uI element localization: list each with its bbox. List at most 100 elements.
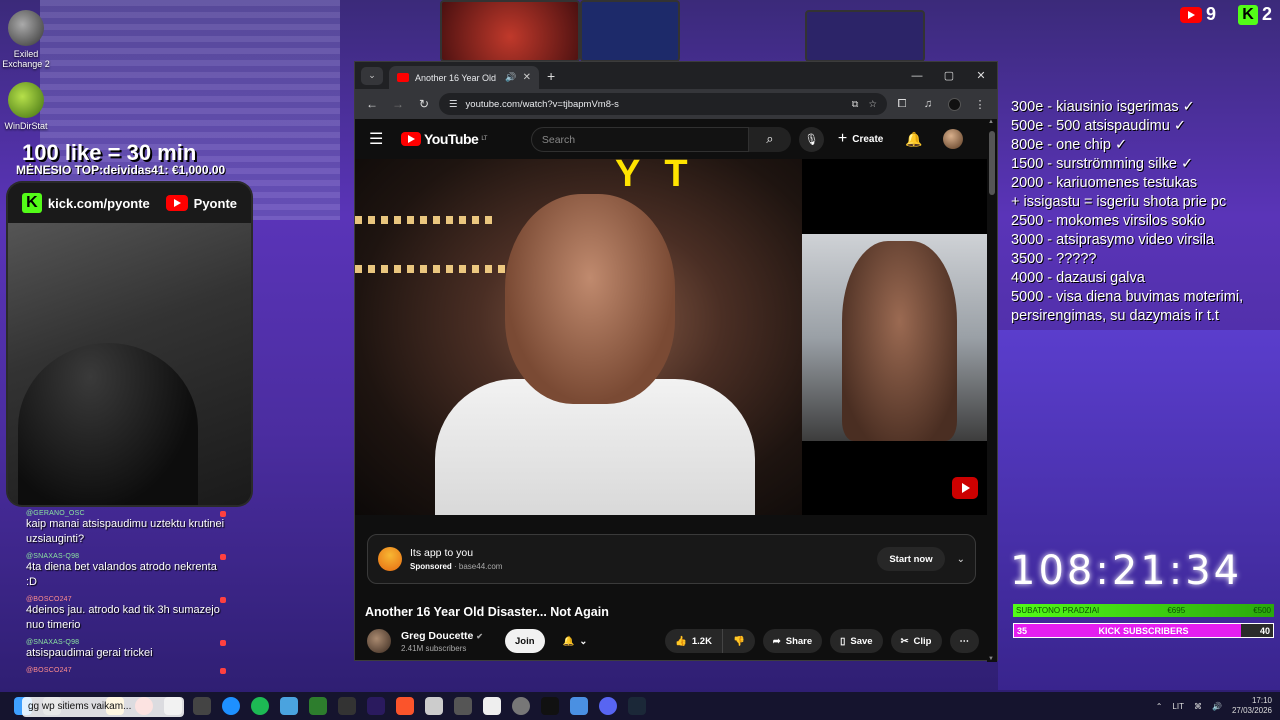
background-poster — [580, 0, 680, 62]
ad-domain: base44.com — [458, 562, 503, 571]
cast-icon[interactable]: ⧉ — [852, 99, 859, 110]
youtube-logo[interactable]: YouTube LT — [401, 131, 487, 147]
account-avatar[interactable] — [942, 129, 963, 149]
join-button[interactable]: Join — [504, 629, 545, 653]
taskbar-app-icon[interactable] — [512, 697, 530, 715]
minimize-button[interactable]: — — [901, 62, 933, 89]
video-player[interactable]: YT — [355, 159, 802, 515]
chevron-down-icon[interactable]: ⌄ — [957, 554, 965, 565]
scrollbar-thumb[interactable] — [989, 131, 995, 195]
donation-goals-list: 300e - kiausinio isgerimas ✓ 500e - 500 a… — [1011, 98, 1243, 326]
like-button[interactable]: 👍 1.2K — [665, 629, 723, 653]
search-button[interactable]: ⌕ — [748, 126, 791, 152]
subathon-goal: €500 — [1253, 606, 1271, 615]
bookmark-star-icon[interactable]: ☆ — [868, 99, 877, 110]
ad-cta-button[interactable]: Start now — [877, 547, 945, 571]
new-tab-button[interactable]: + — [547, 68, 555, 84]
maximize-button[interactable]: ▢ — [933, 62, 965, 89]
language-indicator[interactable]: LIT — [1172, 702, 1184, 711]
dislike-button[interactable]: 👎 — [722, 629, 755, 653]
discord-icon[interactable] — [599, 697, 617, 715]
save-button[interactable]: ▯ Save — [830, 629, 883, 653]
taskbar-app-icon[interactable] — [280, 697, 298, 715]
webcam-header: K kick.com/pyonte Pyonte — [8, 183, 251, 223]
bodybuilder-back — [842, 241, 957, 441]
steam-icon[interactable] — [628, 697, 646, 715]
create-button[interactable]: + Create — [838, 130, 883, 148]
chat-username: @GERANO_OSC — [26, 510, 85, 517]
background-poster — [440, 0, 580, 62]
donation-goal-item: 300e - kiausinio isgerimas ✓ — [1011, 99, 1195, 115]
back-button[interactable]: ← — [361, 93, 383, 115]
picture-in-video-clip — [802, 159, 988, 515]
donation-goal-item: 5000 - visa diena buvimas moterimi, — [1011, 289, 1244, 305]
edge-icon[interactable] — [222, 697, 240, 715]
brave-icon[interactable] — [396, 697, 414, 715]
taskbar-app-icon[interactable] — [338, 697, 356, 715]
chat-feed: @GERANO_OSC kaip manai atsispaudimu uzte… — [8, 508, 230, 678]
address-bar[interactable]: ☰ youtube.com/watch?v=tjbapmVm8-s ⧉ ☆ — [439, 93, 887, 115]
chat-message-input[interactable]: gg wp sitiems vaikam... — [22, 697, 184, 717]
menu-kebab-icon[interactable]: ⋮ — [969, 93, 991, 115]
speaker-icon[interactable]: 🔊 — [505, 72, 516, 83]
browser-toolbar: ← → ↻ ☰ youtube.com/watch?v=tjbapmVm8-s … — [355, 89, 997, 119]
clock-date: 27/03/2026 — [1231, 706, 1272, 715]
taskbar-app-icon[interactable] — [454, 697, 472, 715]
youtube-count-value: 9 — [1206, 4, 1217, 24]
subscription-bell-button[interactable]: 🔔 ⌄ — [553, 629, 598, 653]
clock[interactable]: 17:10 27/03/2026 — [1232, 696, 1272, 716]
desktop-icon-exiled-exchange[interactable]: Exiled Exchange 2 — [0, 10, 56, 69]
tab-search-icon[interactable]: ⌄ — [361, 66, 383, 85]
profile-icon[interactable] — [943, 93, 965, 115]
kick-subs-label: KICK SUBSCRIBERS — [1098, 625, 1189, 636]
clip-label: Clip — [913, 635, 932, 647]
terminal-icon[interactable] — [541, 697, 559, 715]
chat-username: @BOSCO247 — [26, 667, 72, 674]
taskbar-app-icon[interactable] — [483, 697, 501, 715]
forward-button[interactable]: → — [387, 93, 409, 115]
page-scrollbar[interactable]: ▲ ▼ — [987, 119, 997, 662]
close-window-button[interactable]: ✕ — [965, 62, 997, 89]
notifications-bell-icon[interactable]: 🔔 — [905, 131, 922, 148]
platform-badge-icon — [220, 554, 226, 560]
channel-avatar[interactable] — [367, 629, 391, 653]
channel-name[interactable]: Greg Doucette — [401, 630, 473, 642]
browser-tab[interactable]: Another 16 Year Old Disaster… Not Again … — [389, 66, 539, 89]
scroll-down-icon[interactable]: ▼ — [988, 656, 994, 662]
chat-message: @SNAXAS-Q98 4ta diena bet valandos atrod… — [8, 551, 230, 594]
voice-search-icon[interactable]: 🎙 — [798, 126, 824, 152]
sponsored-ad-card[interactable]: Its app to you Sponsored · base44.com St… — [367, 534, 976, 584]
bookmark-icon: ▯ — [840, 635, 846, 647]
donation-goal-item: 1500 - surströmming silke ✓ — [1011, 156, 1194, 172]
extensions-icon[interactable]: ⧠ — [891, 93, 913, 115]
taskbar-app-icon[interactable] — [309, 697, 327, 715]
network-icon[interactable]: ⌘ — [1194, 702, 1202, 711]
desktop-icon-windirstat[interactable]: WinDirStat — [0, 82, 56, 131]
tray-chevron-icon[interactable]: ⌃ — [1156, 702, 1163, 711]
kick-subs-goal: 40 — [1259, 625, 1270, 636]
media-controls-icon[interactable]: ♫ — [917, 93, 939, 115]
premiere-icon[interactable] — [367, 697, 385, 715]
clip-button[interactable]: ✂ Clip — [890, 629, 942, 653]
taskbar-app-icon[interactable] — [425, 697, 443, 715]
chat-username: @SNAXAS-Q98 — [26, 553, 80, 560]
chat-message: @BOSCO247 4deinos jau. atrodo kad tik 3h… — [8, 594, 230, 637]
notepad-icon[interactable] — [570, 697, 588, 715]
volume-icon[interactable]: 🔊 — [1212, 702, 1222, 711]
donation-goal-item: 2500 - mokomes virsilos sokio — [1011, 213, 1206, 229]
reload-button[interactable]: ↻ — [413, 93, 435, 115]
chat-text: kaip manai atsispaudimu uztektu krutinei… — [26, 518, 225, 545]
plus-icon: + — [837, 130, 848, 147]
system-tray: ⌃ LIT ⌘ 🔊 17:10 27/03/2026 — [1156, 692, 1272, 720]
taskbar-app-icon[interactable] — [193, 697, 211, 715]
search-input[interactable]: Search — [530, 126, 749, 152]
scroll-up-icon[interactable]: ▲ — [988, 119, 994, 125]
share-button[interactable]: ➦ Share — [762, 629, 823, 653]
site-info-icon[interactable]: ☰ — [449, 99, 458, 110]
hamburger-menu-icon[interactable]: ☰ — [369, 129, 389, 149]
spotify-icon[interactable] — [251, 697, 269, 715]
background-lights — [355, 265, 505, 273]
more-actions-button[interactable]: ⋯ — [949, 629, 979, 653]
close-tab-icon[interactable]: ✕ — [523, 72, 531, 83]
youtube-play-icon[interactable] — [952, 477, 978, 499]
